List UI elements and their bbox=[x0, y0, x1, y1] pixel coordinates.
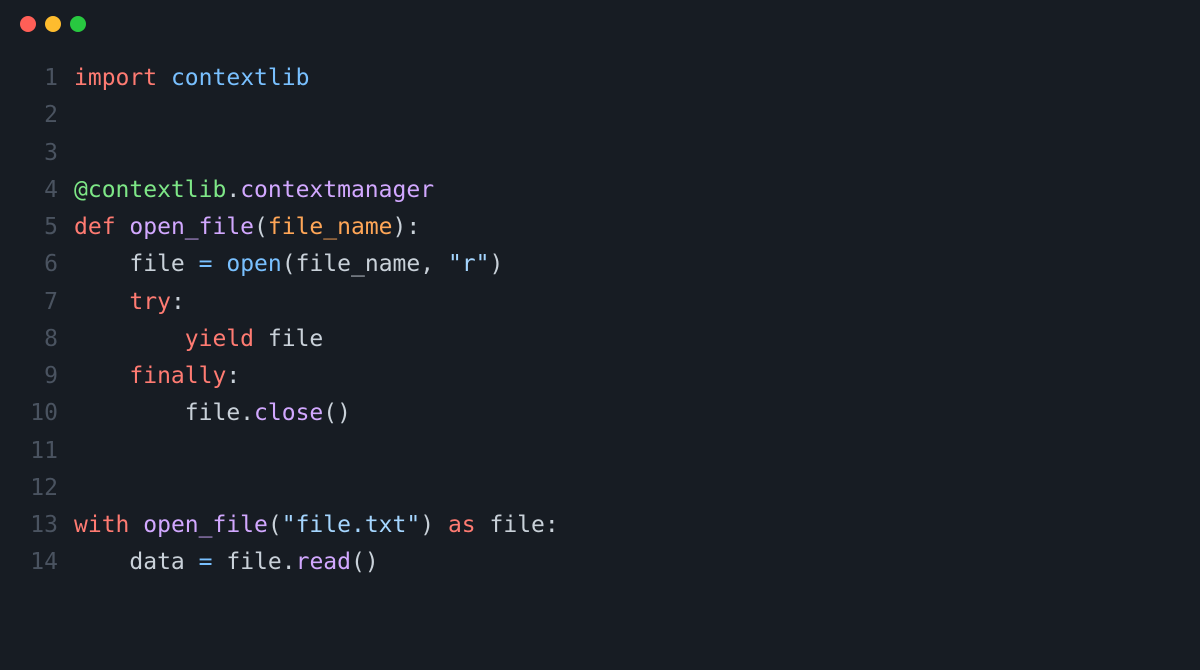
code-content[interactable]: def open_file(file_name): bbox=[74, 209, 420, 246]
line-number: 14 bbox=[20, 544, 74, 581]
code-content[interactable]: with open_file("file.txt") as file: bbox=[74, 507, 559, 544]
code-content[interactable]: try: bbox=[74, 284, 185, 321]
code-content[interactable]: @contextlib.contextmanager bbox=[74, 172, 434, 209]
zoom-dot[interactable] bbox=[70, 16, 86, 32]
code-line[interactable]: 3 bbox=[20, 135, 1180, 172]
code-line[interactable]: 2 bbox=[20, 97, 1180, 134]
code-content[interactable]: yield file bbox=[74, 321, 323, 358]
close-dot[interactable] bbox=[20, 16, 36, 32]
code-line[interactable]: 1import contextlib bbox=[20, 60, 1180, 97]
line-number: 1 bbox=[20, 60, 74, 97]
line-number: 9 bbox=[20, 358, 74, 395]
line-number: 6 bbox=[20, 246, 74, 283]
code-content[interactable]: import contextlib bbox=[74, 60, 309, 97]
code-line[interactable]: 7 try: bbox=[20, 284, 1180, 321]
line-number: 4 bbox=[20, 172, 74, 209]
line-number: 12 bbox=[20, 470, 74, 507]
code-line[interactable]: 10 file.close() bbox=[20, 395, 1180, 432]
code-line[interactable]: 6 file = open(file_name, "r") bbox=[20, 246, 1180, 283]
code-content[interactable] bbox=[74, 433, 88, 470]
line-number: 5 bbox=[20, 209, 74, 246]
code-content[interactable] bbox=[74, 135, 88, 172]
window-titlebar bbox=[0, 0, 1200, 36]
minimize-dot[interactable] bbox=[45, 16, 61, 32]
code-content[interactable]: finally: bbox=[74, 358, 240, 395]
code-content[interactable]: file.close() bbox=[74, 395, 351, 432]
line-number: 8 bbox=[20, 321, 74, 358]
code-line[interactable]: 9 finally: bbox=[20, 358, 1180, 395]
code-line[interactable]: 4@contextlib.contextmanager bbox=[20, 172, 1180, 209]
line-number: 10 bbox=[20, 395, 74, 432]
line-number: 11 bbox=[20, 433, 74, 470]
line-number: 7 bbox=[20, 284, 74, 321]
code-line[interactable]: 5def open_file(file_name): bbox=[20, 209, 1180, 246]
line-number: 13 bbox=[20, 507, 74, 544]
code-content[interactable]: file = open(file_name, "r") bbox=[74, 246, 503, 283]
code-line[interactable]: 14 data = file.read() bbox=[20, 544, 1180, 581]
code-line[interactable]: 11 bbox=[20, 433, 1180, 470]
line-number: 3 bbox=[20, 135, 74, 172]
code-editor[interactable]: 1import contextlib2 3 4@contextlib.conte… bbox=[0, 36, 1200, 582]
code-line[interactable]: 8 yield file bbox=[20, 321, 1180, 358]
code-content[interactable]: data = file.read() bbox=[74, 544, 379, 581]
code-content[interactable] bbox=[74, 97, 88, 134]
code-line[interactable]: 12 bbox=[20, 470, 1180, 507]
code-line[interactable]: 13with open_file("file.txt") as file: bbox=[20, 507, 1180, 544]
code-content[interactable] bbox=[74, 470, 88, 507]
line-number: 2 bbox=[20, 97, 74, 134]
